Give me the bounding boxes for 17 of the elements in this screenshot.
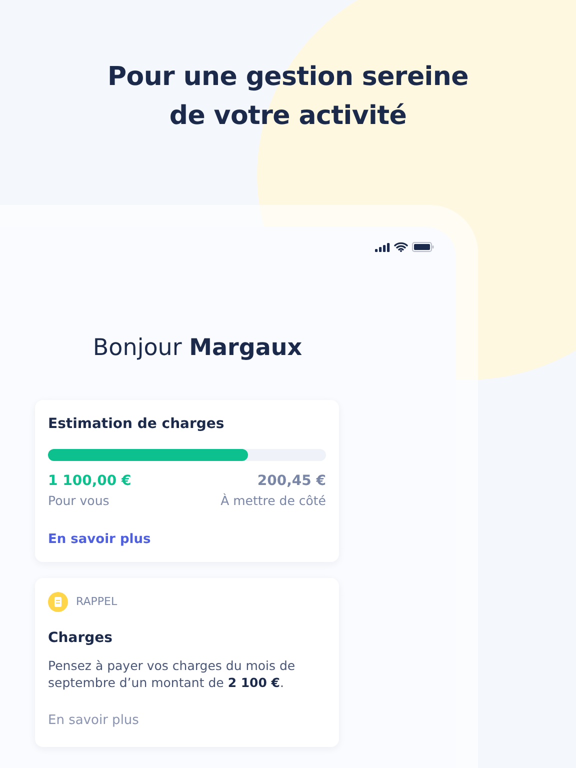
headline-text: de votre activité: [168, 100, 408, 133]
headline-text: Pour une gestion sereine: [106, 61, 470, 94]
amount-text: 1 100,00 €: [48, 472, 132, 490]
card-title: Charges: [48, 629, 114, 648]
learn-more-link[interactable]: En savoir plus: [48, 713, 139, 728]
signal-icon: [375, 242, 390, 252]
wifi-icon: [394, 242, 408, 252]
reminder-text: Pensez à payer vos charges du mois de septembre d’un montant de 2 100 €.: [48, 657, 296, 692]
amount-label: Pour vous: [48, 492, 110, 510]
battery-icon: [412, 242, 434, 252]
greeting: Bonjour Margaux: [92, 334, 304, 363]
amount-label: À mettre de côté: [220, 492, 326, 510]
learn-more-link[interactable]: En savoir plus: [48, 532, 151, 548]
reminder-tag: RAPPEL: [76, 594, 118, 610]
document-icon: [48, 592, 68, 612]
card-title: Estimation de charges: [48, 414, 226, 434]
amount-text: 200,45 €: [257, 472, 326, 490]
